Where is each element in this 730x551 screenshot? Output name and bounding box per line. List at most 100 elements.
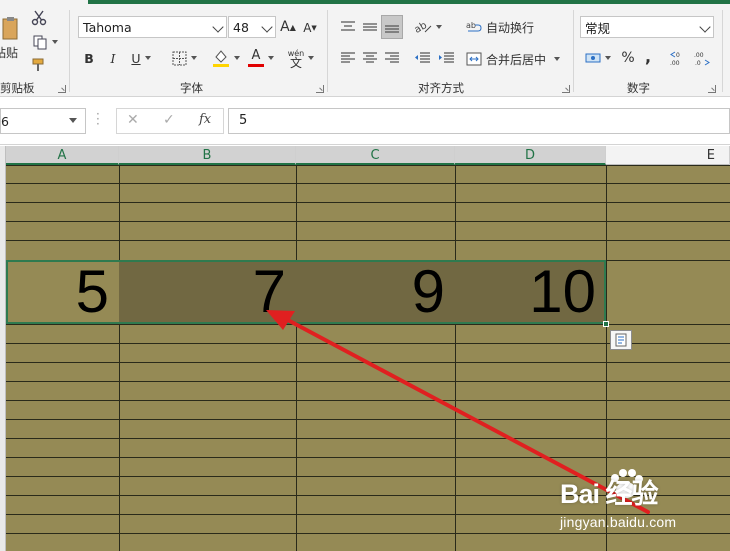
underline-label: U [131,50,141,66]
grow-font-icon: A [280,19,290,35]
copy-button[interactable] [29,33,61,51]
column-gridline [455,165,456,551]
fill-dropdown-icon [234,56,240,60]
row-gridline [6,165,730,166]
chevron-down-icon [261,21,273,33]
formula-actions: ✕ ✓ fx [116,108,224,134]
format-painter-button[interactable] [29,56,49,74]
number-format-combo[interactable]: 常规 [580,16,714,38]
fill-color-button[interactable] [210,46,242,70]
quick-analysis-icon[interactable] [610,330,632,350]
align-right-icon [385,52,399,63]
row-gridline [6,221,730,222]
column-gridline [119,165,120,551]
chevron-down-icon [699,21,711,33]
orientation-icon: ab [414,20,432,35]
excel-window: 粘贴 剪贴板 Tahoma 48 A▲ A▼ B I [0,0,730,551]
decrease-indent-icon [415,52,430,63]
row-gridline [6,419,730,420]
phonetic-button[interactable]: wén 文 [284,46,318,70]
merge-dropdown-icon [554,57,561,61]
formula-bar: 6 · · · ✕ ✓ fx 5 [0,98,730,145]
comma-button[interactable]: , [640,46,656,66]
decrease-decimal-button[interactable]: .00.0 [692,46,712,70]
underline-button[interactable]: U [126,48,156,68]
clipboard-launcher-icon[interactable] [58,85,66,93]
formula-input[interactable]: 5 [228,108,730,134]
align-center-button[interactable] [360,48,380,68]
font-color-icon: A [251,48,261,63]
decrease-indent-button[interactable] [412,48,432,68]
copy-dropdown-icon [52,40,58,44]
chevron-down-icon [69,118,77,123]
row-gridline [6,400,730,401]
grow-font-button[interactable]: A ▲ [280,17,296,37]
quick-analysis-glyph [615,333,627,347]
chevron-down-icon [212,21,224,33]
wrap-text-button[interactable]: ab 自动换行 [466,16,540,38]
column-header-a[interactable]: A [6,146,119,165]
fill-handle[interactable] [603,321,609,327]
enter-icon[interactable]: ✓ [163,112,175,128]
baidu-watermark: Bai 经验 jingyan.baidu.com [560,469,730,540]
paste-label: 粘贴 [0,45,18,60]
bold-button[interactable]: B [80,48,98,68]
align-top-button[interactable] [338,16,358,38]
name-box-value: 6 [1,114,9,129]
insert-function-icon[interactable]: fx [199,112,211,127]
merge-center-button[interactable]: 合并后居中 [466,48,566,70]
column-header-d[interactable]: D [455,146,606,165]
increase-indent-button[interactable] [436,48,456,68]
borders-icon [172,51,186,65]
font-name-combo[interactable]: Tahoma [78,16,227,38]
number-format-value: 常规 [585,20,611,36]
align-top-icon [341,21,355,31]
increase-indent-icon [439,52,454,63]
column-header-e[interactable]: E [606,146,730,165]
alignment-launcher-icon[interactable] [562,85,570,93]
copy-icon [33,35,47,50]
shrink-font-button[interactable]: A ▼ [302,19,318,37]
orientation-dropdown-icon [436,25,442,29]
borders-button[interactable] [166,48,202,68]
font-size-value: 48 [233,19,249,35]
column-gridline [296,165,297,551]
font-launcher-icon[interactable] [316,85,324,93]
increase-decimal-button[interactable]: 0.00 [668,46,688,70]
decrease-decimal-icon: .00.0 [694,52,710,67]
divider [573,10,574,92]
cancel-icon[interactable]: ✕ [127,112,139,128]
column-header-b[interactable]: B [119,146,296,165]
align-right-button[interactable] [382,48,402,68]
align-middle-button[interactable] [360,16,380,38]
wrap-text-label: 自动换行 [486,20,535,35]
row-gridline [6,183,730,184]
clipboard-group-label: 剪贴板 [0,81,35,95]
svg-text:.00: .00 [670,60,680,67]
accounting-dropdown-icon [605,56,611,60]
row-gridline [6,324,730,325]
align-left-button[interactable] [338,48,358,68]
more-options-icon[interactable]: · · · [96,108,100,130]
font-size-combo[interactable]: 48 [228,16,276,38]
svg-text:ab: ab [466,21,476,30]
number-launcher-icon[interactable] [708,85,716,93]
align-bottom-button[interactable] [381,15,403,39]
paste-icon [2,16,18,39]
align-center-icon [363,52,377,63]
row-gridline [6,457,730,458]
cut-button[interactable] [29,9,49,27]
name-box[interactable]: 6 [0,108,86,134]
font-color-button[interactable]: A [246,46,276,70]
merge-center-label: 合并后居中 [486,52,547,67]
percent-button[interactable]: % [618,48,638,68]
column-header-c[interactable]: C [296,146,455,165]
orientation-button[interactable]: ab [412,16,444,38]
italic-button[interactable]: I [104,48,122,68]
accounting-format-button[interactable] [582,48,614,68]
shrink-font-icon: A [303,21,312,35]
paste-button[interactable]: 粘贴 [0,10,22,66]
font-name-value: Tahoma [83,19,132,35]
divider [69,10,70,92]
wrap-text-icon: ab [466,21,482,32]
